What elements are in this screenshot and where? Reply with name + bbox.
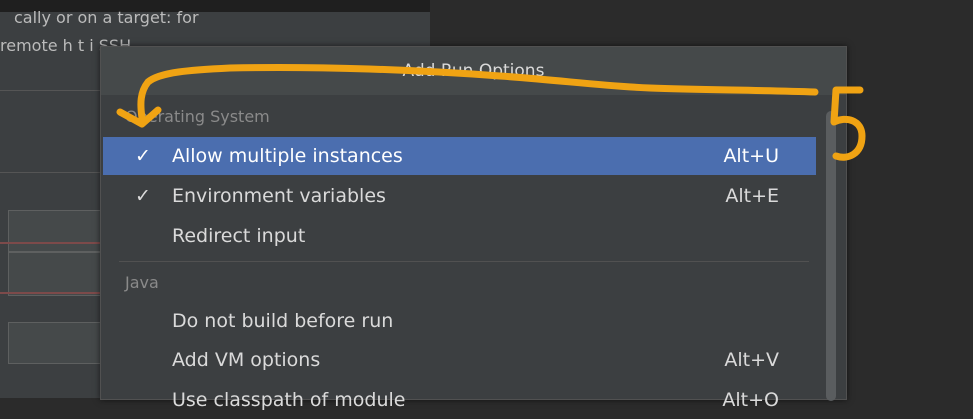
option-shortcut: Alt+E xyxy=(725,185,779,207)
background-field xyxy=(8,210,104,252)
popup-title: Add Run Options xyxy=(101,47,846,95)
option-shortcut: Alt+V xyxy=(724,349,779,371)
group-separator xyxy=(119,261,809,262)
background-description-line-1: cally or on a target: for xyxy=(14,8,199,27)
option-label: Do not build before run xyxy=(172,310,394,332)
option-add-vm-options[interactable]: Add VM options Alt+V xyxy=(103,341,816,379)
option-label: Environment variables xyxy=(172,185,386,207)
popup-scrollbar-thumb[interactable] xyxy=(826,111,836,401)
option-shortcut: Alt+U xyxy=(723,145,779,167)
option-label: Use classpath of module xyxy=(172,389,406,411)
option-redirect-input[interactable]: Redirect input xyxy=(103,217,816,255)
background-divider xyxy=(0,172,102,173)
background-error-underline xyxy=(0,292,102,294)
group-label-operating-system: Operating System xyxy=(125,107,270,126)
option-allow-multiple-instances[interactable]: ✓ Allow multiple instances Alt+U xyxy=(103,137,816,175)
option-use-classpath-of-module[interactable]: Use classpath of module Alt+O xyxy=(103,381,816,419)
background-field xyxy=(8,252,104,296)
check-icon: ✓ xyxy=(135,145,151,167)
option-label: Add VM options xyxy=(172,349,321,371)
option-label: Allow multiple instances xyxy=(172,145,403,167)
background-divider xyxy=(0,90,102,91)
option-shortcut: Alt+O xyxy=(722,389,779,411)
group-label-java: Java xyxy=(125,273,159,292)
background-error-underline xyxy=(0,242,102,244)
option-environment-variables[interactable]: ✓ Environment variables Alt+E xyxy=(103,177,816,215)
option-label: Redirect input xyxy=(172,225,306,247)
check-icon: ✓ xyxy=(135,185,151,207)
background-field xyxy=(8,322,104,364)
option-do-not-build-before-run[interactable]: Do not build before run xyxy=(103,302,816,340)
add-run-options-popup: Add Run Options Operating System ✓ Allow… xyxy=(100,46,847,411)
